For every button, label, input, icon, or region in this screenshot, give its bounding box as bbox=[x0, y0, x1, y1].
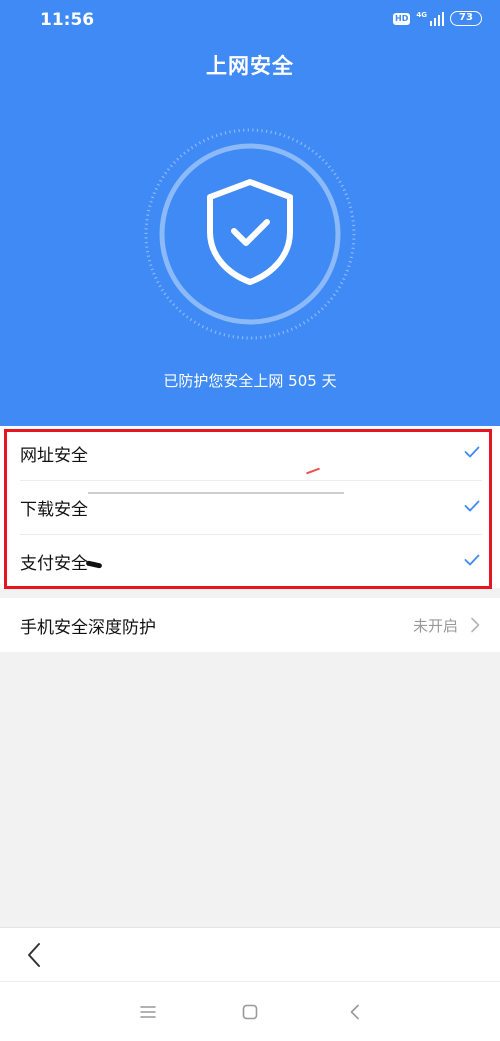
nav-back-icon[interactable] bbox=[345, 1002, 365, 1022]
list-item-download-security[interactable]: 下载安全 bbox=[0, 480, 500, 534]
deep-protection-status: 未开启 bbox=[412, 617, 458, 635]
deep-protection-row[interactable]: 手机安全深度防护 未开启 bbox=[0, 598, 500, 652]
bottom-action-bar bbox=[0, 927, 500, 981]
list-item-label: 下载安全 bbox=[20, 499, 88, 520]
battery-icon: 73 bbox=[450, 11, 482, 26]
security-list: 网址安全 下载安全 支付安全 bbox=[0, 426, 500, 588]
scribble-mark bbox=[88, 492, 344, 494]
hero-header: 11:56 HD 4G 73 上网安全 已防护您安全上网 505 天 bbox=[0, 0, 500, 426]
signal-icon: 4G bbox=[416, 10, 444, 26]
page-title: 上网安全 bbox=[206, 54, 294, 78]
status-bar: 11:56 HD 4G 73 bbox=[0, 0, 500, 44]
list-item-url-security[interactable]: 网址安全 bbox=[0, 426, 500, 480]
list-item-label: 网址安全 bbox=[20, 445, 88, 466]
check-icon bbox=[464, 554, 480, 566]
shield-check-icon bbox=[144, 128, 356, 340]
system-navigation-bar bbox=[0, 981, 500, 1041]
list-item-payment-security[interactable]: 支付安全 bbox=[0, 534, 500, 588]
hd-icon: HD bbox=[393, 12, 411, 25]
protection-days-text: 已防护您安全上网 505 天 bbox=[163, 372, 337, 390]
list-item-label: 支付安全 bbox=[20, 553, 88, 574]
deep-protection-label: 手机安全深度防护 bbox=[20, 617, 156, 638]
check-icon bbox=[464, 446, 480, 458]
chevron-right-icon bbox=[471, 617, 480, 633]
check-icon bbox=[464, 500, 480, 512]
menu-icon[interactable] bbox=[138, 1002, 158, 1022]
status-time: 11:56 bbox=[40, 10, 95, 30]
home-icon[interactable] bbox=[240, 1002, 260, 1022]
back-arrow-icon[interactable] bbox=[26, 942, 42, 968]
status-indicators: HD 4G 73 bbox=[393, 11, 482, 26]
network-type: 4G bbox=[416, 10, 427, 19]
shield-badge bbox=[140, 124, 360, 344]
